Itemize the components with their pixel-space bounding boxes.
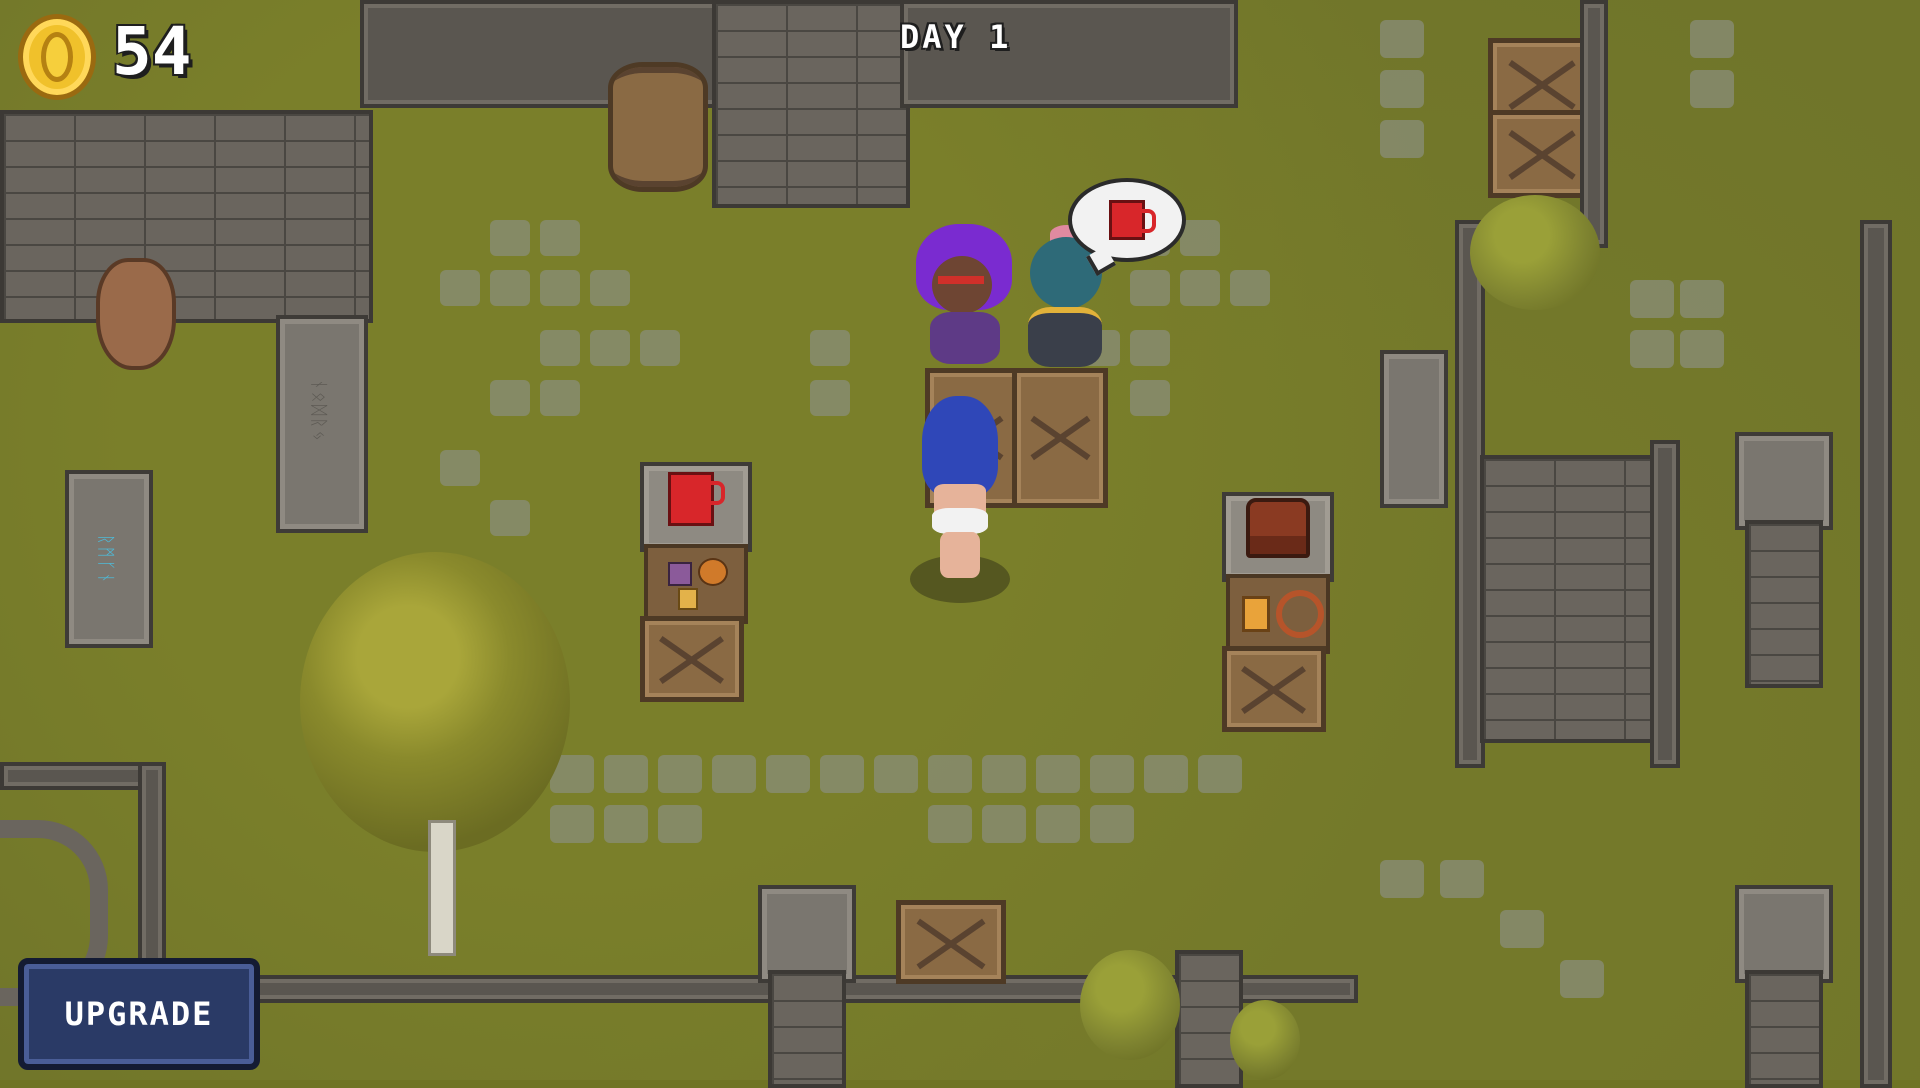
customer-body [930,312,1000,364]
engraving-text: ᚾᛟᛞᚱᛃ [308,379,329,443]
mug-icon [1109,200,1156,240]
bush-bottom-2 [1230,1000,1300,1080]
chest-icon [1246,498,1310,558]
ruin-wall-far-right [1860,220,1892,1088]
stairs-top [712,0,910,208]
goods-icon [698,558,728,586]
standing-stone-center: ᚾᛟᛞᚱᛃ [276,315,368,533]
pillar-bottom-center-column [768,970,846,1088]
pillar-bottom-center [758,885,856,983]
stall-left-shelf [644,544,748,624]
stall-right-crate [1222,646,1326,732]
tree-canopy [300,552,570,852]
goods-icon [668,562,692,586]
standing-stone-left: ᚱᛗᚴᚾ [65,470,153,648]
upgrade-button[interactable]: UPGRADE [18,958,260,1070]
player-hair [922,396,998,496]
player-shorts [932,508,988,534]
beer-mug-icon [1242,596,1270,632]
stall-right-shelf [1226,574,1330,654]
player-legs [940,532,980,578]
pillar-right-column [1745,520,1823,688]
crate-bottom [896,900,1006,984]
day-counter: DAY 1 [900,18,1012,56]
ruin-wall-right-mid [1650,440,1680,768]
tree-trunk [428,820,456,956]
red-mug-icon [668,472,725,526]
pillar-right-bottom-column [1745,970,1823,1088]
stone-block-right [1380,350,1448,508]
stall-left-crate [640,616,744,702]
goods-icon [678,588,698,610]
runes-text: ᚱᛗᚴᚾ [95,534,116,586]
ruin-wall-topleft [0,110,373,323]
ruin-rubble-bottom [1175,950,1243,1088]
barrel [608,62,708,192]
pretzel-icon [1276,590,1324,638]
stall-left[interactable] [640,462,752,702]
glasses-icon [938,276,984,284]
ruin-wall-right-top [1580,0,1608,248]
customer-face [932,256,992,314]
pillar-right-top [1735,432,1833,530]
stairs-right [1480,455,1668,743]
coin-count: 54 [112,13,192,90]
counter-crate-right [1012,368,1108,508]
stone-path-bottom [550,755,1450,865]
bush-top-right [1470,195,1600,310]
pillar-right-bottom [1735,885,1833,983]
order-speech-bubble [1068,178,1186,262]
bush-bottom [1080,950,1180,1060]
stall-right[interactable] [1222,492,1334,732]
clay-vase [96,258,176,370]
player-character[interactable] [908,396,1012,586]
goblin-body [1028,307,1102,367]
coin-icon [18,14,96,100]
